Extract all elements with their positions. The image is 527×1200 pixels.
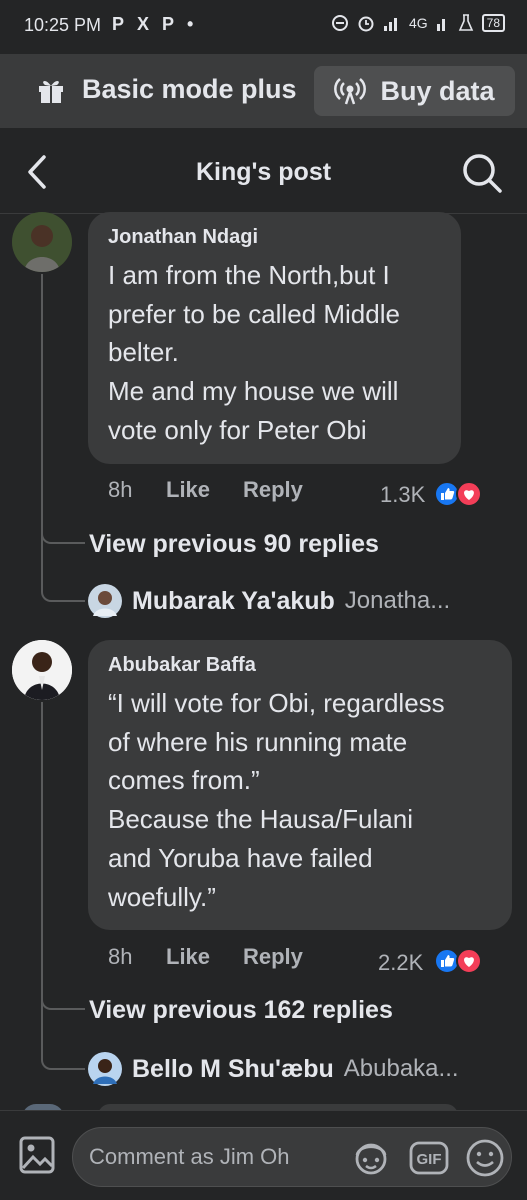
status-time: 10:25 PM	[24, 15, 102, 35]
reply-button[interactable]: Reply	[243, 944, 303, 970]
search-button[interactable]	[461, 152, 503, 194]
reaction-count[interactable]: 1.3K	[380, 482, 425, 508]
avatar	[88, 1052, 122, 1086]
comment-author[interactable]: Jonathan Ndagi	[108, 226, 258, 249]
app-p-icon: P	[162, 14, 175, 34]
status-bar: 10:25 PM P X P • 4G 78	[0, 0, 527, 54]
gif-icon: GIF	[409, 1141, 449, 1175]
avatar[interactable]	[12, 640, 72, 700]
reply-button[interactable]: Reply	[243, 477, 303, 503]
basic-mode-label[interactable]: Basic mode plus	[36, 74, 297, 105]
comment-input[interactable]: Comment as Jim Oh GIF	[72, 1127, 512, 1187]
alarm-icon	[358, 16, 374, 32]
photo-icon	[19, 1136, 55, 1174]
comment-bubble[interactable]: Jonathan Ndagi I am from the North,but I…	[88, 212, 461, 464]
system-icons: 4G 78	[331, 14, 505, 32]
emoji-icon	[466, 1139, 504, 1177]
avatar-sticker-button[interactable]	[351, 1140, 391, 1176]
gift-icon	[39, 80, 63, 103]
comment-bubble[interactable]: Abubakar Baffa “I will vote for Obi, reg…	[88, 640, 512, 930]
comment-time: 8h	[108, 944, 133, 969]
broadcast-icon	[334, 78, 367, 105]
comment-author[interactable]: Abubakar Baffa	[108, 654, 256, 677]
avatar-sticker-icon	[355, 1143, 387, 1175]
reply-snippet: Abubaka...	[343, 1055, 459, 1082]
basic-mode-bar: Basic mode plus Buy data	[0, 54, 527, 128]
view-previous-replies[interactable]: View previous 162 replies	[89, 996, 393, 1025]
avatar[interactable]	[12, 212, 72, 272]
app-p-icon: P	[112, 14, 125, 34]
thread-branch	[41, 578, 85, 602]
like-button[interactable]: Like	[166, 944, 210, 970]
reaction-count[interactable]: 2.2K	[378, 950, 423, 976]
avatar-photo	[12, 212, 72, 272]
thread-branch	[41, 520, 85, 544]
signal-icon	[383, 18, 397, 31]
reaction-icons[interactable]	[433, 948, 485, 974]
post-header: King's post	[0, 128, 527, 214]
reply-snippet: Jonatha...	[344, 587, 451, 614]
reply-preview[interactable]: Bello M Shu'æbu Abubaka...	[88, 1052, 459, 1086]
comment-placeholder: Comment as Jim Oh	[89, 1144, 290, 1169]
view-previous-replies[interactable]: View previous 90 replies	[89, 530, 379, 559]
thread-branch	[41, 986, 85, 1010]
thread-branch	[41, 1046, 85, 1070]
comment-text: I am from the North,but I prefer to be c…	[108, 260, 400, 445]
lab-flask-icon	[458, 14, 473, 31]
emoji-button[interactable]	[465, 1138, 505, 1178]
reply-author: Bello M Shu'æbu	[132, 1054, 334, 1083]
avatar	[88, 584, 122, 618]
search-icon	[463, 154, 502, 193]
reply-preview[interactable]: Mubarak Ya'akub Jonatha...	[88, 584, 450, 618]
more-dot-icon: •	[187, 14, 194, 34]
battery-icon: 78	[481, 14, 505, 32]
buy-data-label: Buy data	[380, 75, 495, 106]
app-x-icon: X	[137, 14, 150, 34]
comment-composer: Comment as Jim Oh GIF	[0, 1110, 527, 1200]
signal-icon	[436, 19, 445, 31]
network-type: 4G	[408, 15, 428, 31]
buy-data-button[interactable]: Buy data	[314, 66, 515, 116]
data-saver-icon	[331, 15, 348, 31]
mode-text: Basic mode plus	[82, 74, 297, 104]
comment-text: “I will vote for Obi, regardless of wher…	[108, 688, 445, 912]
avatar-photo	[12, 640, 72, 700]
reply-author: Mubarak Ya'akub	[132, 586, 335, 615]
reaction-icons[interactable]	[433, 481, 485, 507]
notification-icons: P X P •	[112, 14, 193, 35]
comment-time: 8h	[108, 477, 133, 502]
page-title: King's post	[195, 158, 332, 186]
gif-label: GIF	[417, 1151, 442, 1168]
gif-button[interactable]: GIF	[409, 1141, 449, 1175]
like-button[interactable]: Like	[166, 477, 210, 503]
photo-button[interactable]	[18, 1135, 56, 1175]
